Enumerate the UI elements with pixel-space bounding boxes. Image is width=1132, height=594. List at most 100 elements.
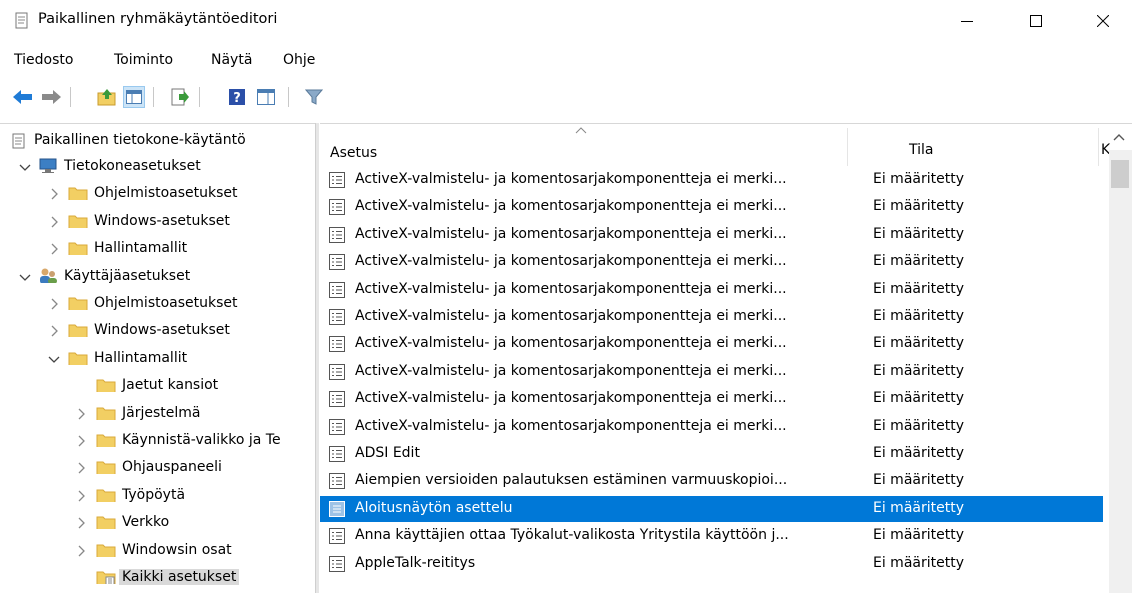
list-item[interactable]: ActiveX-valmistelu- ja komentosarjakompo… <box>320 222 1103 248</box>
column-header-tila[interactable]: Tila <box>848 128 1098 164</box>
minimize-icon <box>961 21 973 22</box>
folder-icon <box>68 242 88 256</box>
tree-label: Tietokoneasetukset <box>64 158 201 174</box>
tree-label: Jaetut kansiot <box>122 377 219 394</box>
chevron-down-icon[interactable] <box>19 271 31 283</box>
policy-setting-icon <box>329 391 345 408</box>
policy-setting-icon <box>329 446 345 462</box>
list-item[interactable]: Aloitusnäytön asettelu Ei määritetty <box>320 495 1103 522</box>
list-item[interactable]: ActiveX-valmistelu- ja komentosarjakompo… <box>320 359 1103 385</box>
setting-name: ADSI Edit <box>355 445 420 461</box>
list-item[interactable]: AppleTalk-reititys Ei määritetty <box>320 551 1103 577</box>
setting-state: Ei määritetty <box>873 225 964 242</box>
tree-label: Käyttäjäasetukset <box>64 267 191 284</box>
help-button[interactable]: ? <box>226 86 248 108</box>
tree-item[interactable]: Ohjelmistoasetukset <box>0 291 315 317</box>
tree-item[interactable]: Ohjelmistoasetukset <box>0 181 315 207</box>
chevron-right-icon[interactable] <box>75 408 87 420</box>
setting-name: ActiveX-valmistelu- ja komentosarjakompo… <box>355 362 787 379</box>
list-item[interactable]: ActiveX-valmistelu- ja komentosarjakompo… <box>320 277 1103 303</box>
chevron-right-icon[interactable] <box>48 188 60 200</box>
menu-nayta[interactable]: Näytä <box>211 52 252 68</box>
tree-item[interactable]: Hallintamallit <box>0 346 315 372</box>
tree-item[interactable]: Työpöytä <box>0 483 315 509</box>
list-item[interactable]: ActiveX-valmistelu- ja komentosarjakompo… <box>320 386 1103 412</box>
maximize-button[interactable] <box>1013 0 1059 42</box>
vertical-scrollbar[interactable] <box>1109 150 1132 593</box>
chevron-right-icon[interactable] <box>75 517 87 529</box>
tree-item[interactable]: Käynnistä-valikko ja Te <box>0 428 315 454</box>
tree-label: Paikallinen tietokone-käytäntö <box>34 132 246 148</box>
setting-state: Ei määritetty <box>873 554 964 571</box>
chevron-right-icon[interactable] <box>75 462 87 474</box>
list-item[interactable]: ActiveX-valmistelu- ja komentosarjakompo… <box>320 194 1103 220</box>
maximize-icon <box>1030 15 1042 27</box>
setting-state: Ei määritetty <box>873 499 964 516</box>
tree-item[interactable]: Jaetut kansiot <box>0 373 315 399</box>
back-button[interactable] <box>12 86 34 108</box>
tree-item[interactable]: Windows-asetukset <box>0 318 315 344</box>
list-item[interactable]: ActiveX-valmistelu- ja komentosarjakompo… <box>320 331 1103 357</box>
menu-tiedosto[interactable]: Tiedosto <box>14 52 73 68</box>
setting-name: ActiveX-valmistelu- ja komentosarjakompo… <box>355 171 787 187</box>
forward-button[interactable] <box>40 86 62 108</box>
chevron-right-icon[interactable] <box>48 216 60 228</box>
tree-item[interactable]: Windows-asetukset <box>0 209 315 235</box>
setting-state: Ei määritetty <box>873 362 964 379</box>
tree-item[interactable]: Windowsin osat <box>0 538 315 564</box>
tree-item[interactable]: Järjestelmä <box>0 401 315 427</box>
chevron-right-icon[interactable] <box>48 298 60 310</box>
tree-label: Ohjelmistoasetukset <box>94 295 238 311</box>
list-item[interactable]: ActiveX-valmistelu- ja komentosarjakompo… <box>320 304 1103 330</box>
chevron-right-icon[interactable] <box>75 545 87 557</box>
forward-icon <box>42 90 61 104</box>
folder-icon <box>96 407 116 420</box>
scroll-up-icon[interactable] <box>1112 131 1126 143</box>
chevron-right-icon[interactable] <box>48 325 60 337</box>
tree-item[interactable]: Tietokoneasetukset <box>0 154 315 180</box>
up-one-level-button[interactable] <box>96 86 118 108</box>
list-item[interactable]: ActiveX-valmistelu- ja komentosarjakompo… <box>320 249 1103 275</box>
minimize-button[interactable] <box>944 0 990 42</box>
filter-button[interactable] <box>303 86 325 108</box>
setting-state: Ei määritetty <box>873 308 964 324</box>
scrollbar-thumb[interactable] <box>1111 160 1129 188</box>
show-hide-tree-button[interactable] <box>123 86 145 108</box>
chevron-down-icon[interactable] <box>48 353 60 365</box>
settings-list: Asetus Tila K ActiveX-valmistelu- ja kom… <box>320 123 1132 594</box>
setting-name: ActiveX-valmistelu- ja komentosarjakompo… <box>355 417 787 434</box>
setting-name: ActiveX-valmistelu- ja komentosarjakompo… <box>355 198 787 215</box>
close-button[interactable] <box>1080 0 1126 42</box>
tree-item[interactable]: Kaikki asetukset <box>0 565 315 591</box>
chevron-right-icon[interactable] <box>75 490 87 502</box>
chevron-right-icon[interactable] <box>48 243 60 255</box>
policy-setting-icon <box>329 281 345 298</box>
tree-item[interactable]: Käyttäjäasetukset <box>0 264 315 290</box>
policy-setting-icon <box>329 500 345 517</box>
pane-splitter[interactable] <box>315 123 319 593</box>
list-item[interactable]: Aiempien versioiden palautuksen estämine… <box>320 468 1103 494</box>
list-item[interactable]: ADSI Edit Ei määritetty <box>320 441 1103 467</box>
sort-ascending-icon <box>575 127 587 134</box>
folder-icon <box>96 516 116 530</box>
list-item[interactable]: Anna käyttäjien ottaa Työkalut-valikosta… <box>320 523 1103 549</box>
setting-name: AppleTalk-reititys <box>355 554 476 571</box>
list-item[interactable]: ActiveX-valmistelu- ja komentosarjakompo… <box>320 414 1103 440</box>
chevron-right-icon[interactable] <box>75 435 87 447</box>
console-tree: Paikallinen tietokone-käytäntö Tietokone… <box>0 123 315 594</box>
policy-setting-icon <box>329 254 345 271</box>
export-list-button[interactable] <box>169 86 191 108</box>
tree-label: Verkko <box>122 514 170 531</box>
list-item[interactable]: ActiveX-valmistelu- ja komentosarjakompo… <box>320 167 1103 193</box>
tree-item[interactable]: Hallintamallit <box>0 236 315 262</box>
menu-ohje[interactable]: Ohje <box>283 52 315 68</box>
tree-item[interactable]: Ohjauspaneeli <box>0 455 315 481</box>
chevron-down-icon[interactable] <box>19 161 31 173</box>
policy-setting-icon <box>329 199 345 216</box>
extended-view-button[interactable] <box>255 86 277 108</box>
column-header-asetus[interactable]: Asetus <box>330 127 845 164</box>
tree-label: Työpöytä <box>122 486 186 503</box>
tree-item[interactable]: Verkko <box>0 510 315 536</box>
tree-item-root[interactable]: Paikallinen tietokone-käytäntö <box>0 128 315 154</box>
menu-toiminto[interactable]: Toiminto <box>114 52 173 68</box>
